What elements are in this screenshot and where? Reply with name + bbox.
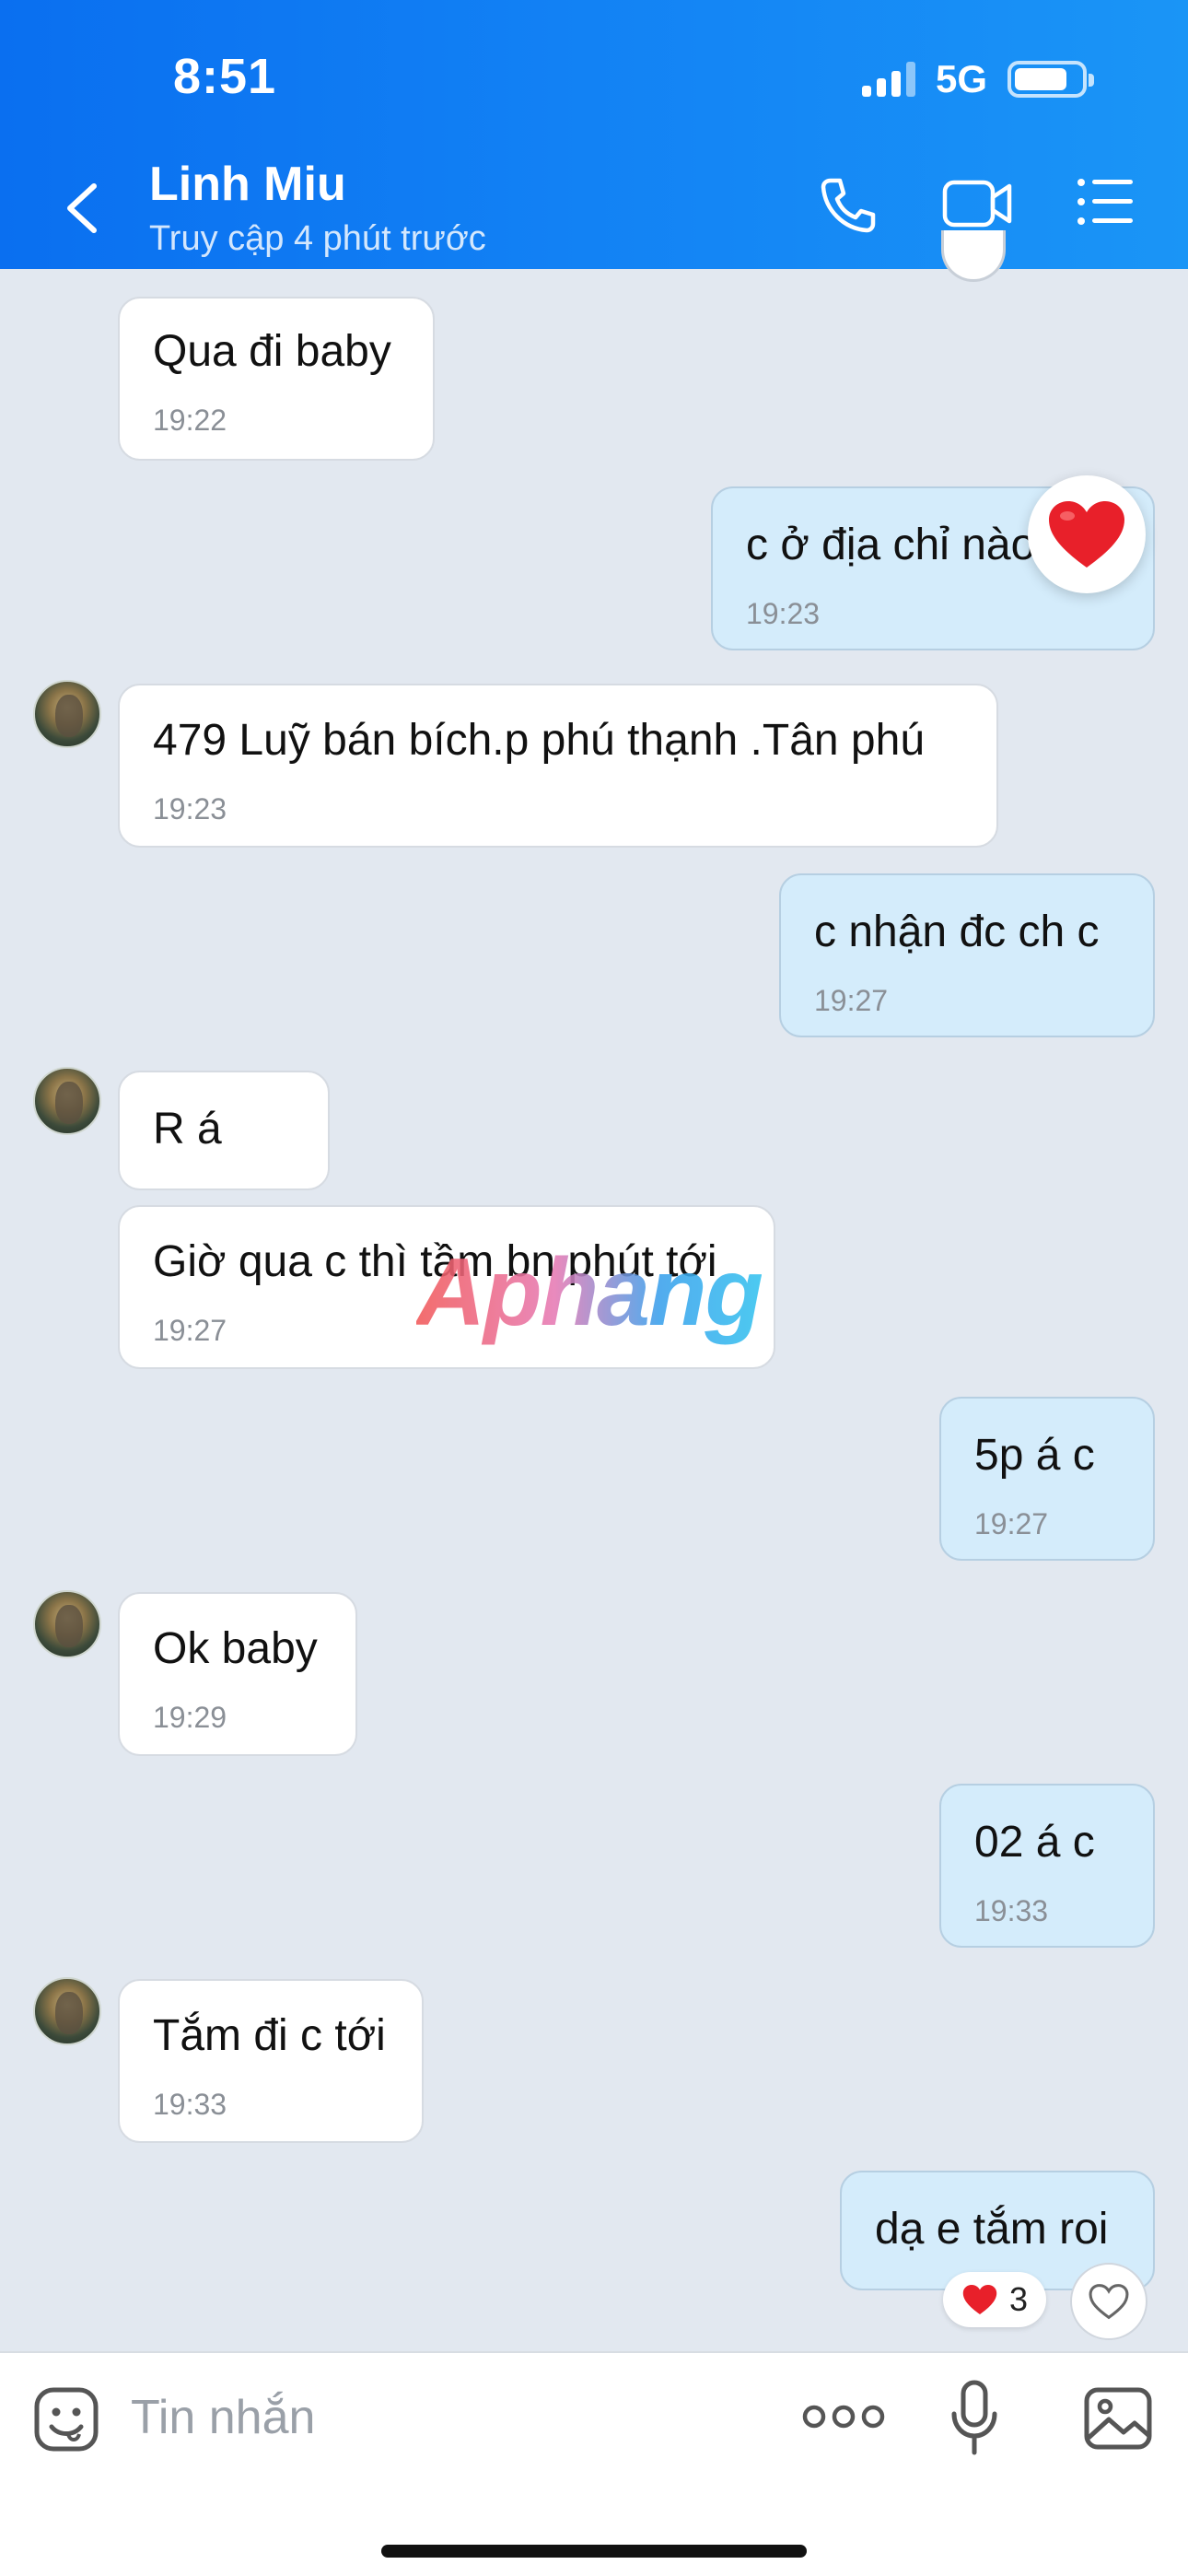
video-call-icon[interactable] (941, 175, 1013, 232)
sticker-icon[interactable] (33, 2386, 99, 2453)
image-icon[interactable] (1083, 2386, 1153, 2451)
watermark-logo: Aphang (416, 1239, 763, 1346)
message-time: 19:27 (814, 984, 889, 1017)
message-text: dạ e tắm roi (875, 2205, 1109, 2254)
message-time: 19:33 (153, 2088, 227, 2121)
message-bubble-incoming[interactable]: 479 Luỹ bán bích.p phú thạnh .Tân phú 19… (118, 684, 998, 848)
message-bubble-incoming[interactable]: R á (118, 1071, 330, 1190)
message-text: 5p á c (974, 1431, 1095, 1480)
message-text: Tắm đi c tới (153, 2011, 386, 2060)
message-time: 19:29 (153, 1701, 227, 1734)
message-time: 19:23 (746, 597, 821, 630)
contact-avatar[interactable] (33, 1067, 101, 1135)
phone-call-icon[interactable] (818, 175, 879, 236)
message-text: Qua đi baby (153, 327, 391, 376)
reaction-button-partial (941, 230, 1006, 282)
microphone-icon[interactable] (949, 2379, 1000, 2456)
message-text: 479 Luỹ bán bích.p phú thạnh .Tân phú (153, 716, 926, 765)
battery-icon (1007, 61, 1094, 98)
message-text: c ở địa chỉ nào (746, 521, 1036, 569)
contact-avatar[interactable] (33, 1977, 101, 2045)
message-bubble-incoming[interactable]: Qua đi baby 19:22 (118, 297, 435, 461)
message-time: 19:23 (153, 792, 227, 825)
heart-icon (1049, 501, 1124, 568)
reaction-summary[interactable]: 3 (943, 2272, 1046, 2327)
message-time: 19:27 (153, 1314, 227, 1347)
heart-outline-icon (1089, 2284, 1129, 2320)
status-time: 8:51 (173, 49, 277, 104)
message-text: R á (153, 1105, 222, 1153)
heart-icon (962, 2285, 997, 2314)
message-time: 19:22 (153, 404, 227, 437)
message-time: 19:33 (974, 1894, 1049, 1927)
more-icon[interactable] (801, 2394, 886, 2440)
back-icon[interactable] (59, 181, 103, 236)
message-bubble-incoming[interactable]: Tắm đi c tới 19:33 (118, 1979, 424, 2143)
message-bubble-outgoing[interactable]: 02 á c 19:33 (939, 1784, 1155, 1948)
contact-avatar[interactable] (33, 1590, 101, 1658)
signal-icon (861, 62, 915, 97)
message-bubble-incoming[interactable]: Ok baby 19:29 (118, 1592, 357, 1756)
status-indicators: 5G (861, 57, 1094, 101)
home-indicator[interactable] (381, 2545, 807, 2558)
message-time: 19:27 (974, 1507, 1049, 1540)
contact-avatar[interactable] (33, 680, 101, 748)
message-text: c nhận đc ch c (814, 907, 1100, 956)
message-text: 02 á c (974, 1818, 1095, 1867)
network-type: 5G (935, 57, 987, 100)
contact-last-seen: Truy cập 4 phút trước (149, 219, 486, 258)
message-composer: Tin nhắn (0, 2351, 1188, 2576)
message-bubble-outgoing[interactable]: 5p á c 19:27 (939, 1397, 1155, 1561)
message-text: Ok baby (153, 1624, 318, 1673)
contact-name[interactable]: Linh Miu (149, 157, 346, 212)
message-input[interactable]: Tin nhắn (131, 2390, 315, 2445)
chat-header: 8:51 5G Linh Miu Truy cập 4 phút trước (0, 0, 1188, 269)
heart-reaction-badge[interactable] (1028, 475, 1146, 593)
chat-options-icon[interactable] (1076, 175, 1135, 228)
like-button[interactable] (1070, 2263, 1147, 2340)
reaction-count: 3 (1008, 2280, 1029, 2318)
message-bubble-outgoing[interactable]: c nhận đc ch c 19:27 (779, 873, 1155, 1037)
